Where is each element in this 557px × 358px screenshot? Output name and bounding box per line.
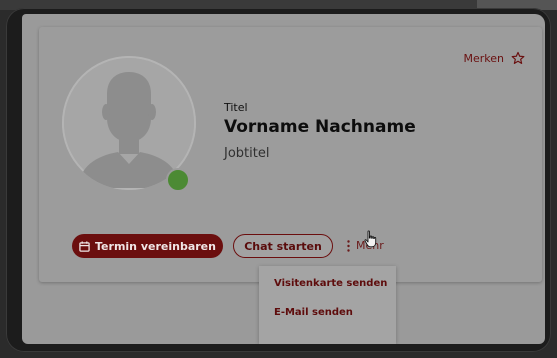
hand-pointer-icon [364,230,377,248]
contact-name: Vorname Nachname [224,117,416,137]
bookmark-label: Merken [463,51,505,65]
schedule-appointment-button[interactable]: Termin vereinbaren [72,234,223,258]
start-chat-label: Chat starten [244,239,322,253]
dropdown-item-send-business-card[interactable]: Visitenkarte senden [274,278,387,289]
bookmark-button[interactable]: Merken [464,51,526,65]
contact-card: Merken Titel Vorname Nachname Jobtitel T… [39,27,542,282]
screen: Merken Titel Vorname Nachname Jobtitel T… [22,14,545,344]
more-dropdown-menu: Visitenkarte senden E-Mail senden [259,266,396,344]
calendar-icon [79,240,90,252]
vertical-dots-icon [347,239,350,252]
schedule-appointment-label: Termin vereinbaren [95,239,216,253]
dropdown-item-send-email[interactable]: E-Mail senden [274,307,353,318]
contact-title: Titel [224,101,248,114]
online-status-indicator [166,168,190,192]
contact-job-title: Jobtitel [224,146,270,161]
star-outline-icon [511,51,525,65]
start-chat-button[interactable]: Chat starten [233,234,333,258]
